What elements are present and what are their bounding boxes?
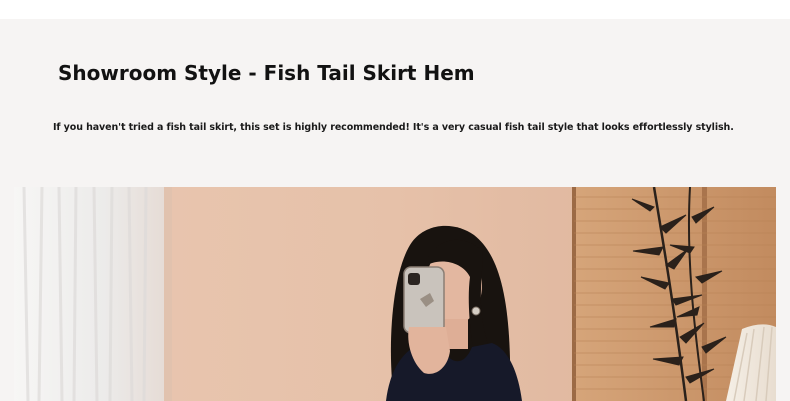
product-title: Showroom Style - Fish Tail Skirt Hem xyxy=(52,56,481,92)
curtain xyxy=(14,187,172,401)
product-photo xyxy=(14,187,776,401)
product-description: If you haven't tried a fish tail skirt, … xyxy=(53,122,734,133)
